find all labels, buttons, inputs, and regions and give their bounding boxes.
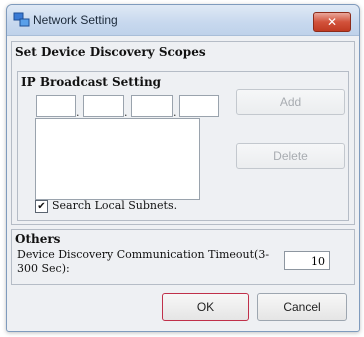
ip-octet-3-input[interactable] bbox=[131, 95, 173, 117]
timeout-input[interactable]: 10 bbox=[284, 251, 330, 270]
search-local-subnets-label: Search Local Subnets. bbox=[52, 199, 178, 212]
ok-button[interactable]: OK bbox=[162, 293, 249, 321]
ip-octet-4-input[interactable] bbox=[179, 95, 219, 117]
ip-octet-2-input[interactable] bbox=[83, 95, 124, 117]
add-button[interactable]: Add bbox=[236, 89, 345, 115]
title-bar[interactable]: Network Setting ✕ bbox=[7, 5, 359, 36]
others-title: Others bbox=[15, 232, 61, 246]
search-local-subnets-checkbox[interactable]: ✔ bbox=[35, 200, 48, 213]
close-button[interactable]: ✕ bbox=[313, 12, 351, 32]
discovery-scopes-title: Set Device Discovery Scopes bbox=[15, 45, 206, 59]
timeout-label: Device Discovery Communication Timeout(3… bbox=[17, 248, 270, 275]
network-app-icon bbox=[13, 12, 30, 27]
delete-button[interactable]: Delete bbox=[236, 143, 345, 169]
network-setting-dialog: Network Setting ✕ Set Device Discovery S… bbox=[6, 4, 360, 332]
cancel-button[interactable]: Cancel bbox=[257, 293, 347, 321]
ip-range-listbox[interactable] bbox=[35, 118, 200, 200]
ip-broadcast-title: IP Broadcast Setting bbox=[21, 75, 162, 89]
ip-octet-1-input[interactable] bbox=[36, 95, 76, 117]
window-title: Network Setting bbox=[33, 13, 118, 27]
